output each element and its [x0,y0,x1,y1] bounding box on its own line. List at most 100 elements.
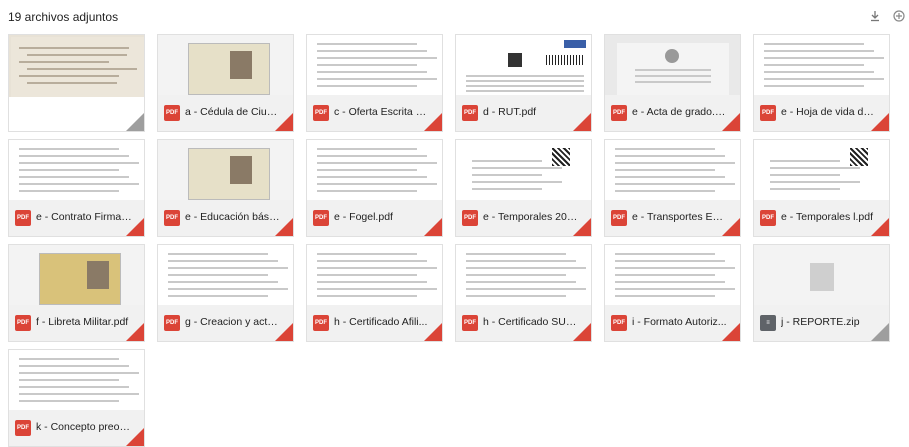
pdf-file-icon: PDF [164,105,180,121]
text-line [19,379,119,381]
fold-corner [126,428,144,446]
text-line [472,174,542,176]
text-line [317,64,417,66]
text-line [466,281,576,283]
text-line [466,267,586,269]
download-all-button[interactable] [865,6,885,26]
text-line [27,82,117,84]
attachment-card[interactable]: PDF h - Certificado SUR... [455,244,592,342]
attachment-card[interactable]: PDF e - Hoja de vida del... [753,34,890,132]
attachment-thumbnail [605,35,740,97]
photo [87,261,109,289]
fold-corner [275,113,293,131]
attachment-card[interactable]: PDF g - Creacion y actu... [157,244,294,342]
text-line [615,253,715,255]
text-line [466,90,584,92]
attachment-card[interactable]: PDF e - Contrato Firmad... [8,139,145,237]
text-line [615,267,735,269]
text-line [615,295,715,297]
text-line [317,288,437,290]
attachment-card[interactable]: PDF e - Temporales 202... [455,139,592,237]
attachment-card[interactable]: PDF e - Acta de grado.pdf [604,34,741,132]
attachment-thumbnail [456,245,591,307]
text-line [19,372,139,374]
pdf-file-icon: PDF [462,210,478,226]
text-line [19,386,129,388]
attachment-name: c - Oferta Escrita S... [334,106,430,118]
text-line [764,43,864,45]
attachment-card[interactable]: PDF e - Educación básic... [157,139,294,237]
text-line [19,47,129,49]
text-line [615,183,735,185]
text-line [317,253,417,255]
text-line [317,183,437,185]
text-line [615,288,735,290]
attachment-name: e - Temporales 202... [483,211,579,223]
attachment-name: e - Fogel.pdf [334,211,393,223]
pdf-file-icon: PDF [15,210,31,226]
attachment-label-bar: PDF f - Libreta Militar.pdf [9,305,144,341]
attachment-card[interactable]: PDF a - Cédula de Ciuda... [157,34,294,132]
text-line [472,188,542,190]
attachment-name: h - Certificado Afili... [334,316,428,328]
text-line [764,57,884,59]
text-line [317,176,427,178]
attachment-card[interactable]: PDF e - Fogel.pdf [306,139,443,237]
text-line [770,174,840,176]
fold-corner [424,218,442,236]
text-line [770,160,840,162]
attachment-label-bar: PDF a - Cédula de Ciuda... [158,95,293,131]
text-line [19,176,129,178]
header-box [564,40,586,48]
text-line [472,181,562,183]
attachment-card[interactable]: PDF d - RUT.pdf [455,34,592,132]
paper-image [11,37,144,97]
seal [665,49,679,63]
fold-corner [722,218,740,236]
zip-file-icon: ≡ [760,315,776,331]
attachment-label-bar: PDF e - Hoja de vida del... [754,95,889,131]
zip-file-icon [810,263,834,291]
text-line [764,78,884,80]
attachment-label-bar: PDF g - Creacion y actu... [158,305,293,341]
text-line [317,50,427,52]
text-line [317,148,417,150]
attachment-card[interactable]: PDF e - Temporales l.pdf [753,139,890,237]
attachment-label-bar: PDF e - Contrato Firmad... [9,200,144,236]
attachment-card[interactable]: PDF e - Transportes Esp... [604,139,741,237]
pdf-file-icon: PDF [760,105,776,121]
attachment-card[interactable]: PDF i - Formato Autoriz... [604,244,741,342]
text-line [19,61,109,63]
attachment-card[interactable]: PDF c - Oferta Escrita S... [306,34,443,132]
attachment-thumbnail [456,140,591,202]
attachment-card[interactable] [8,34,145,132]
attachment-name: e - Acta de grado.pdf [632,106,728,118]
add-to-drive-button[interactable] [889,6,909,26]
pdf-file-icon: PDF [313,105,329,121]
attachment-card[interactable]: PDF k - Concepto preoc... [8,349,145,447]
attachment-label-bar: ≡ j - REPORTE.zip [754,305,889,341]
fold-corner [424,323,442,341]
attachment-name: e - Hoja de vida del... [781,106,877,118]
text-line [615,176,725,178]
text-line [317,281,427,283]
text-line [770,181,860,183]
attachments-grid: PDF a - Cédula de Ciuda... PDF c - Oferta E… [8,34,890,447]
attachment-name: h - Certificado SUR... [483,316,579,328]
attachment-card[interactable]: PDF f - Libreta Militar.pdf [8,244,145,342]
text-line [168,274,268,276]
text-line [635,75,711,77]
text-line [317,155,427,157]
text-line [317,78,437,80]
attachment-thumbnail [9,35,144,97]
attachment-card[interactable]: PDF h - Certificado Afili... [306,244,443,342]
fold-corner [126,113,144,131]
id-card-image [188,43,270,95]
attachment-thumbnail [605,245,740,307]
pdf-file-icon: PDF [611,210,627,226]
pdf-file-icon: PDF [164,210,180,226]
text-line [466,274,566,276]
attachment-card[interactable]: ≡ j - REPORTE.zip [753,244,890,342]
text-line [466,288,586,290]
fold-corner [722,113,740,131]
